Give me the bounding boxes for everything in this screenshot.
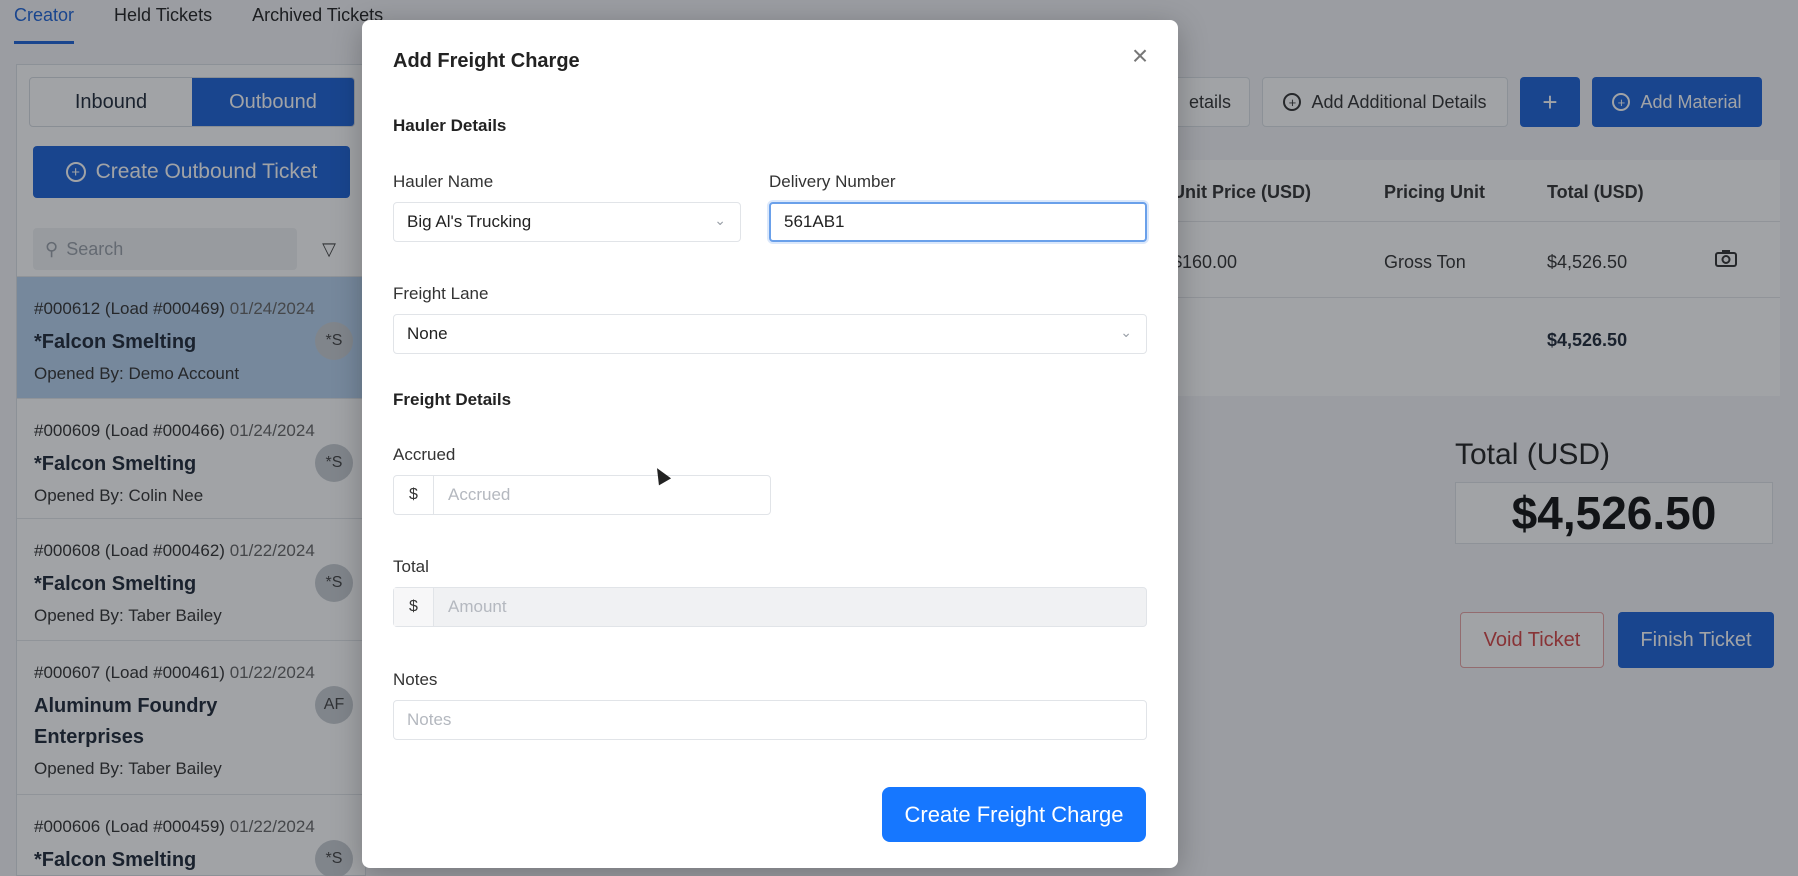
currency-prefix: $ (394, 588, 434, 626)
accrued-input[interactable]: $ Accrued (393, 475, 771, 515)
total-amount-placeholder: Amount (448, 597, 507, 616)
total-field-label: Total (393, 557, 429, 576)
hauler-name-label: Hauler Name (393, 172, 494, 191)
delivery-number-input[interactable]: 561AB1 (769, 202, 1147, 242)
hauler-details-heading: Hauler Details (393, 116, 507, 135)
chevron-down-icon: ⌄ (714, 212, 726, 228)
accrued-placeholder: Accrued (448, 485, 511, 504)
notes-placeholder: Notes (407, 710, 452, 729)
notes-input[interactable]: Notes (393, 700, 1147, 740)
add-freight-charge-modal: Add Freight Charge × Hauler Details Haul… (362, 20, 1178, 868)
currency-prefix: $ (394, 476, 434, 514)
freight-lane-value: None (407, 324, 448, 343)
delivery-number-label: Delivery Number (769, 172, 896, 191)
hauler-name-select[interactable]: Big Al's Trucking ⌄ (393, 202, 741, 242)
chevron-down-icon: ⌄ (1120, 324, 1132, 340)
freight-lane-label: Freight Lane (393, 284, 489, 303)
freight-lane-select[interactable]: None ⌄ (393, 314, 1147, 354)
accrued-label: Accrued (393, 445, 456, 464)
modal-title: Add Freight Charge (393, 50, 580, 72)
total-amount-input: $ Amount (393, 587, 1147, 627)
create-freight-charge-button[interactable]: Create Freight Charge (882, 787, 1146, 842)
delivery-number-value: 561AB1 (784, 212, 845, 231)
notes-label: Notes (393, 670, 438, 689)
freight-details-heading: Freight Details (393, 390, 512, 409)
close-icon[interactable]: × (1126, 42, 1154, 70)
hauler-name-value: Big Al's Trucking (407, 212, 532, 231)
